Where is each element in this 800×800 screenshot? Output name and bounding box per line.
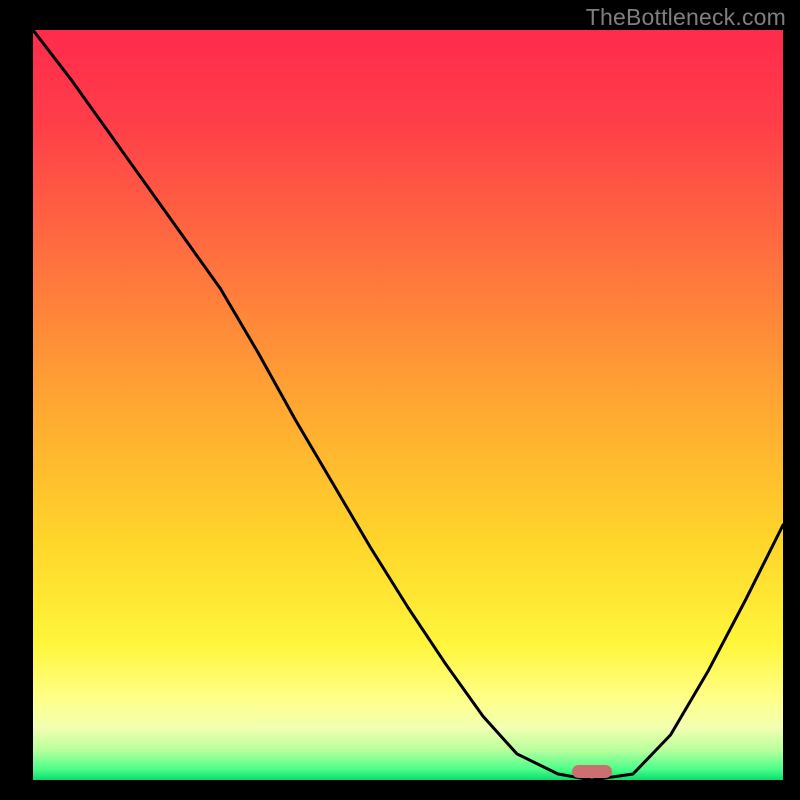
watermark-text: TheBottleneck.com [586, 4, 786, 31]
chart-plot-area [33, 30, 783, 780]
current-config-marker [572, 765, 612, 778]
bottleneck-curve [33, 30, 783, 780]
curve-path [33, 30, 783, 780]
